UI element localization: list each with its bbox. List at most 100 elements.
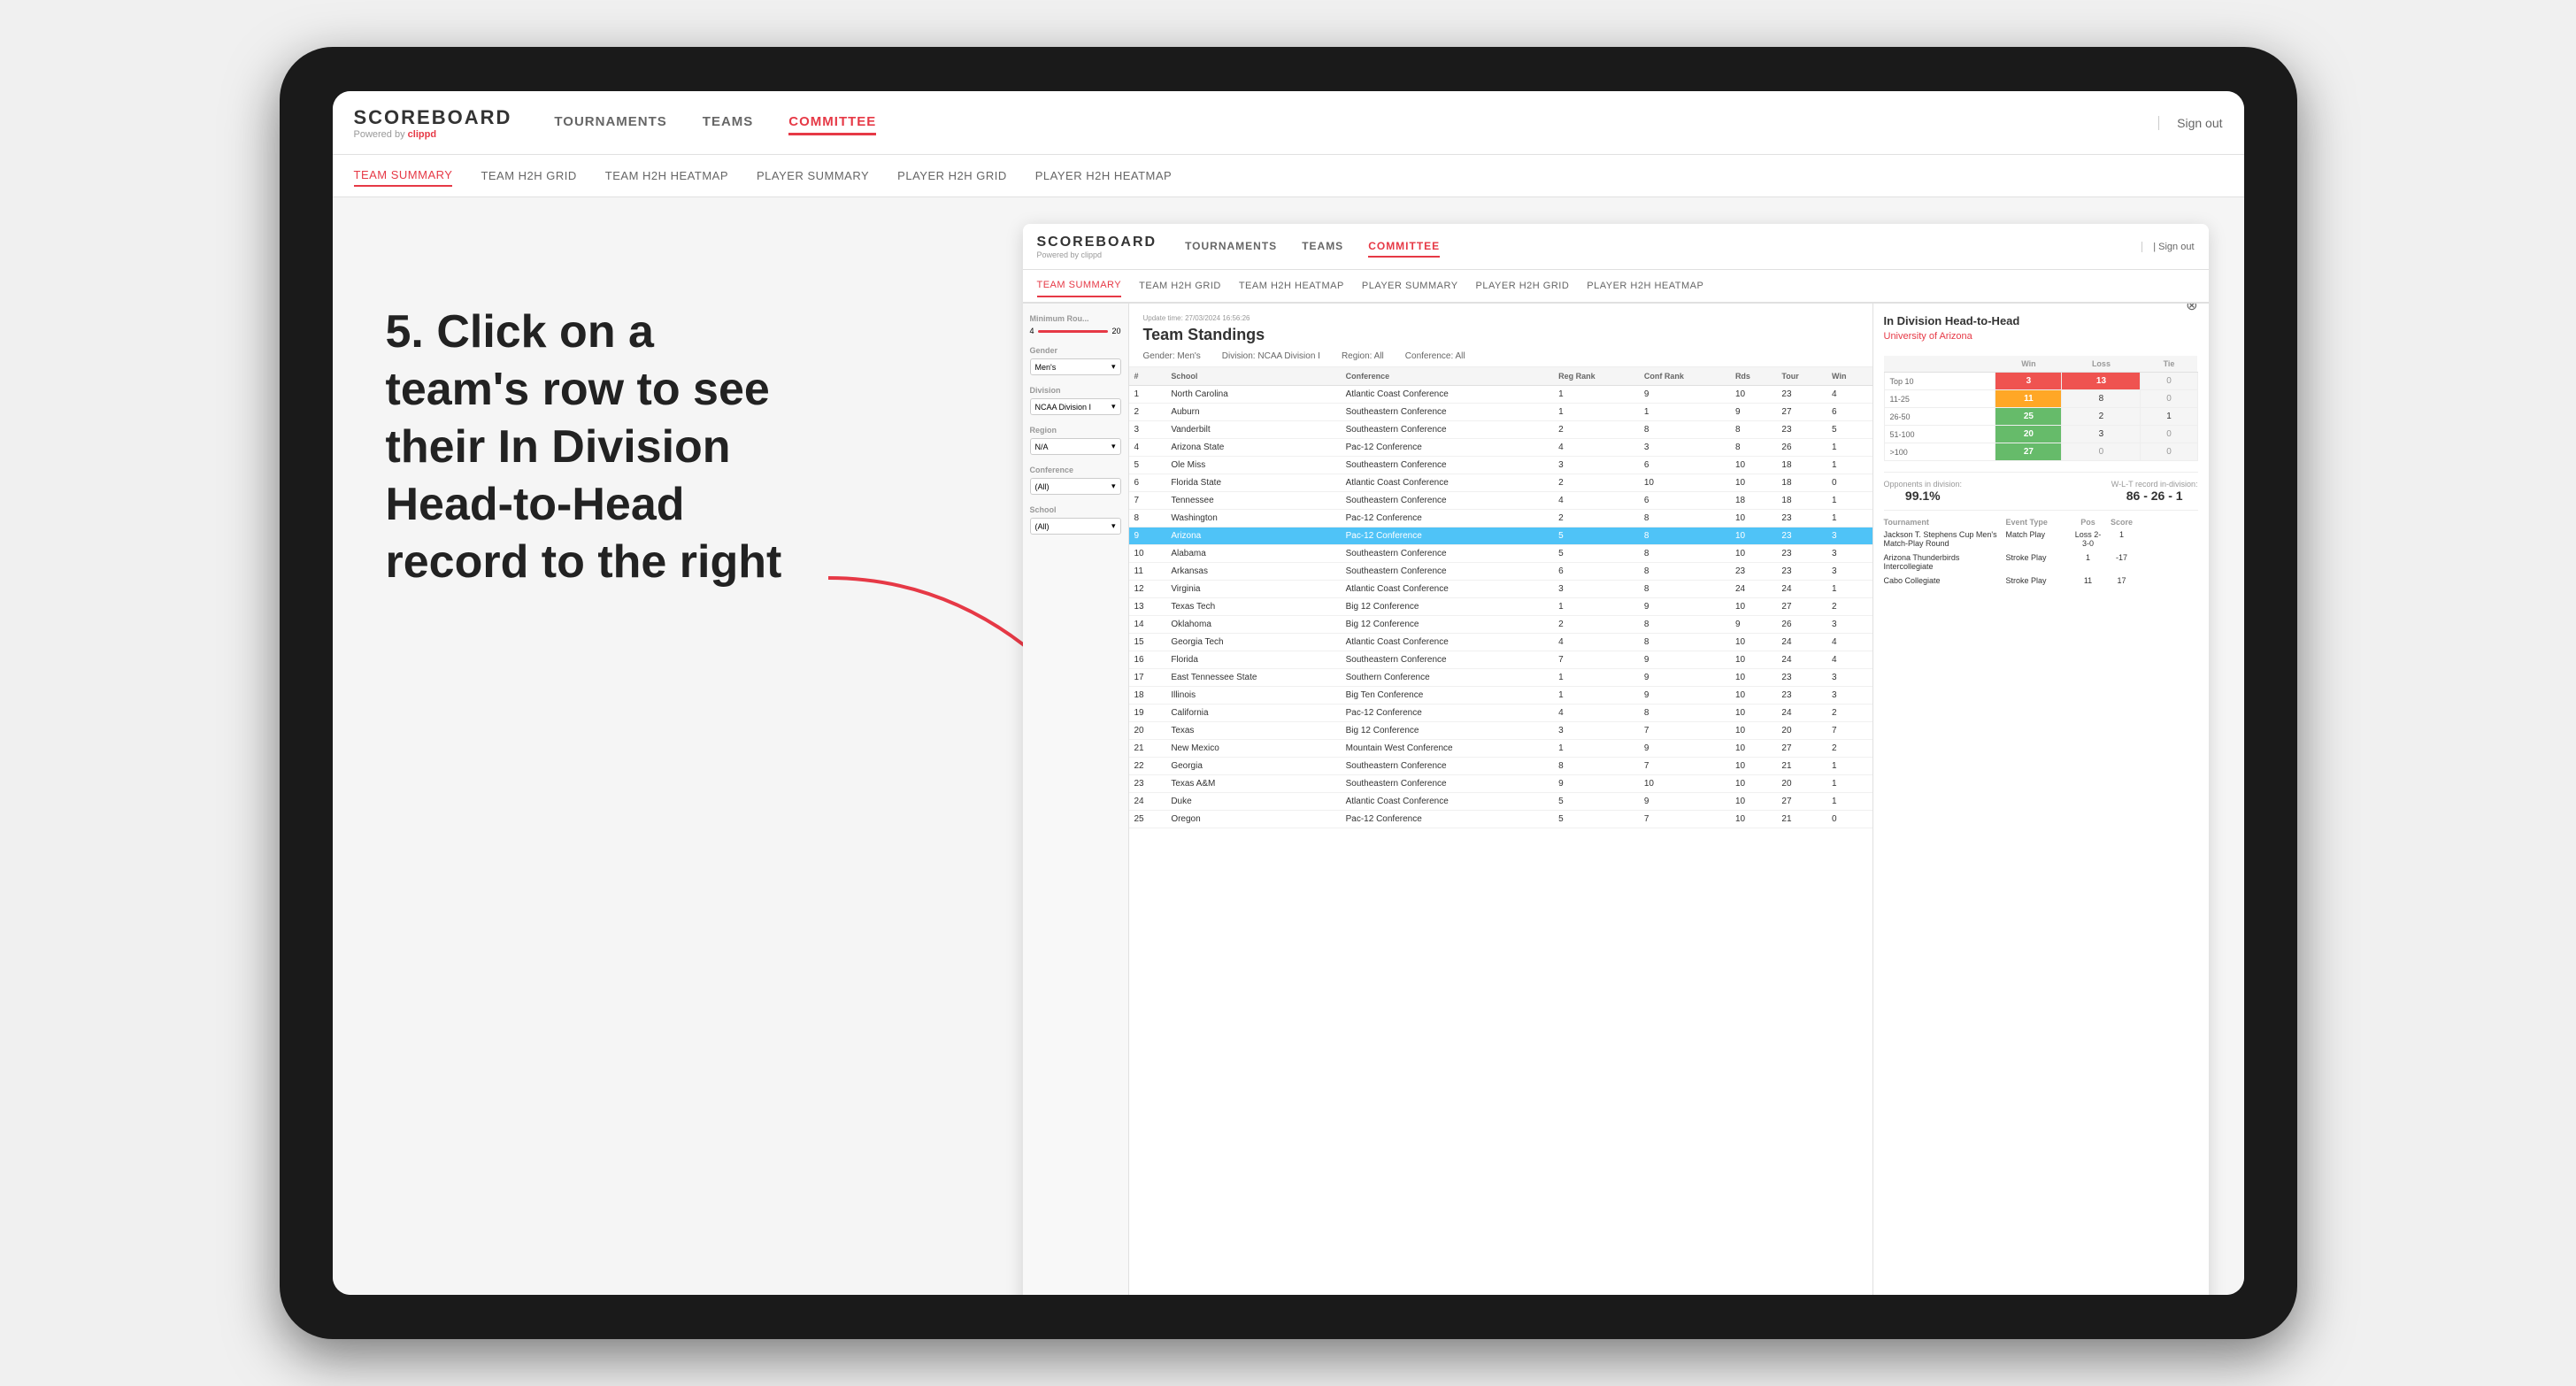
app-sub-team-summary[interactable]: TEAM SUMMARY bbox=[1037, 274, 1122, 297]
cell-school: Arizona State bbox=[1165, 439, 1340, 457]
table-row[interactable]: 17 East Tennessee State Southern Confere… bbox=[1129, 669, 1872, 687]
sub-team-h2h-heatmap[interactable]: TEAM H2H HEATMAP bbox=[605, 166, 728, 186]
cell-rds: 10 bbox=[1730, 687, 1776, 705]
sign-out[interactable]: Sign out bbox=[2158, 116, 2222, 130]
h2h-row-top10: Top 10 3 13 0 bbox=[1884, 373, 2197, 390]
tournament-row-3: Cabo Collegiate Stroke Play 11 17 bbox=[1884, 576, 2198, 585]
slider-track[interactable] bbox=[1038, 330, 1109, 333]
cell-conference: Southeastern Conference bbox=[1341, 404, 1554, 421]
cell-win: 3 bbox=[1826, 616, 1872, 634]
app-sub-team-h2h-heatmap[interactable]: TEAM H2H HEATMAP bbox=[1239, 275, 1344, 296]
table-row[interactable]: 25 Oregon Pac-12 Conference 5 7 10 21 0 bbox=[1129, 811, 1872, 828]
table-row[interactable]: 20 Texas Big 12 Conference 3 7 10 20 7 bbox=[1129, 722, 1872, 740]
h2h-col-loss: Loss bbox=[2062, 356, 2141, 373]
app-sign-out[interactable]: | Sign out bbox=[2142, 242, 2194, 252]
app-nav-tournaments[interactable]: TOURNAMENTS bbox=[1185, 236, 1277, 258]
cell-tour: 18 bbox=[1776, 474, 1826, 492]
h2h-table: Win Loss Tie Top 10 3 13 0 bbox=[1884, 356, 2198, 461]
table-row[interactable]: 21 New Mexico Mountain West Conference 1… bbox=[1129, 740, 1872, 758]
table-row[interactable]: 14 Oklahoma Big 12 Conference 2 8 9 26 3 bbox=[1129, 616, 1872, 634]
table-row[interactable]: 10 Alabama Southeastern Conference 5 8 1… bbox=[1129, 545, 1872, 563]
app-top-nav: SCOREBOARD Powered by clippd TOURNAMENTS… bbox=[1023, 224, 2209, 270]
cell-tour: 23 bbox=[1776, 386, 1826, 404]
sidebar-region-val: N/A bbox=[1035, 443, 1049, 451]
cell-num: 17 bbox=[1129, 669, 1166, 687]
table-row[interactable]: 15 Georgia Tech Atlantic Coast Conferenc… bbox=[1129, 634, 1872, 651]
table-row[interactable]: 19 California Pac-12 Conference 4 8 10 2… bbox=[1129, 705, 1872, 722]
cell-conference: Southeastern Conference bbox=[1341, 563, 1554, 581]
table-row[interactable]: 16 Florida Southeastern Conference 7 9 1… bbox=[1129, 651, 1872, 669]
cell-conf-rank: 6 bbox=[1639, 492, 1730, 510]
col-num: # bbox=[1129, 367, 1166, 386]
close-button[interactable]: ⊗ bbox=[2186, 304, 2197, 314]
right-panel: In Division Head-to-Head University of A… bbox=[1872, 304, 2209, 1295]
h2h-loss-2650: 2 bbox=[2062, 408, 2141, 426]
panel-title: In Division Head-to-Head bbox=[1884, 314, 2020, 327]
table-row[interactable]: 3 Vanderbilt Southeastern Conference 2 8… bbox=[1129, 421, 1872, 439]
cell-reg-rank: 3 bbox=[1553, 722, 1639, 740]
nav-tournaments[interactable]: TOURNAMENTS bbox=[554, 111, 666, 135]
table-row[interactable]: 22 Georgia Southeastern Conference 8 7 1… bbox=[1129, 758, 1872, 775]
app-sub-player-h2h-grid[interactable]: PLAYER H2H GRID bbox=[1476, 275, 1570, 296]
cell-conf-rank: 8 bbox=[1639, 527, 1730, 545]
app-nav-committee[interactable]: COMMITTEE bbox=[1368, 236, 1440, 258]
app-nav-teams[interactable]: TEAMS bbox=[1302, 236, 1343, 258]
table-row[interactable]: 9 Arizona Pac-12 Conference 5 8 10 23 3 bbox=[1129, 527, 1872, 545]
table-row[interactable]: 8 Washington Pac-12 Conference 2 8 10 23… bbox=[1129, 510, 1872, 527]
table-row[interactable]: 13 Texas Tech Big 12 Conference 1 9 10 2… bbox=[1129, 598, 1872, 616]
table-row[interactable]: 2 Auburn Southeastern Conference 1 1 9 2… bbox=[1129, 404, 1872, 421]
table-row[interactable]: 18 Illinois Big Ten Conference 1 9 10 23… bbox=[1129, 687, 1872, 705]
cell-win: 1 bbox=[1826, 510, 1872, 527]
cell-tour: 23 bbox=[1776, 421, 1826, 439]
sidebar-region-control[interactable]: N/A ▾ bbox=[1030, 438, 1121, 455]
table-row[interactable]: 1 North Carolina Atlantic Coast Conferen… bbox=[1129, 386, 1872, 404]
sub-team-h2h-grid[interactable]: TEAM H2H GRID bbox=[481, 166, 576, 186]
table-row[interactable]: 4 Arizona State Pac-12 Conference 4 3 8 … bbox=[1129, 439, 1872, 457]
sidebar-conference-control[interactable]: (All) ▾ bbox=[1030, 478, 1121, 495]
cell-conf-rank: 8 bbox=[1639, 510, 1730, 527]
table-row[interactable]: 12 Virginia Atlantic Coast Conference 3 … bbox=[1129, 581, 1872, 598]
sidebar-division-control[interactable]: NCAA Division I ▾ bbox=[1030, 398, 1121, 415]
sub-player-summary[interactable]: PLAYER SUMMARY bbox=[757, 166, 869, 186]
table-row[interactable]: 5 Ole Miss Southeastern Conference 3 6 1… bbox=[1129, 457, 1872, 474]
cell-num: 1 bbox=[1129, 386, 1166, 404]
sidebar-gender-control[interactable]: Men's ▾ bbox=[1030, 358, 1121, 375]
cell-conference: Southeastern Conference bbox=[1341, 775, 1554, 793]
table-row[interactable]: 23 Texas A&M Southeastern Conference 9 1… bbox=[1129, 775, 1872, 793]
cell-reg-rank: 1 bbox=[1553, 669, 1639, 687]
cell-conference: Atlantic Coast Conference bbox=[1341, 386, 1554, 404]
cell-win: 2 bbox=[1826, 705, 1872, 722]
col-win: Win bbox=[1826, 367, 1872, 386]
cell-conf-rank: 8 bbox=[1639, 581, 1730, 598]
cell-school: Illinois bbox=[1165, 687, 1340, 705]
h2h-win-2650: 25 bbox=[1995, 408, 2062, 426]
h2h-tie-2650: 1 bbox=[2141, 408, 2197, 426]
app-sub-player-h2h-heatmap[interactable]: PLAYER H2H HEATMAP bbox=[1587, 275, 1703, 296]
sidebar-school-control[interactable]: (All) ▾ bbox=[1030, 518, 1121, 535]
table-row[interactable]: 24 Duke Atlantic Coast Conference 5 9 10… bbox=[1129, 793, 1872, 811]
table-row[interactable]: 6 Florida State Atlantic Coast Conferenc… bbox=[1129, 474, 1872, 492]
app-sub-team-h2h-grid[interactable]: TEAM H2H GRID bbox=[1139, 275, 1221, 296]
cell-conference: Southeastern Conference bbox=[1341, 457, 1554, 474]
nav-committee[interactable]: COMMITTEE bbox=[788, 111, 876, 135]
cell-num: 13 bbox=[1129, 598, 1166, 616]
filter-gender-val: Men's bbox=[1177, 351, 1200, 361]
app-window: SCOREBOARD Powered by clippd TOURNAMENTS… bbox=[1023, 224, 2209, 1295]
app-body: Minimum Rou... 4 20 Gender Men's ▾ bbox=[1023, 304, 2209, 1295]
cell-win: 1 bbox=[1826, 581, 1872, 598]
filter-division-val: NCAA Division I bbox=[1257, 351, 1320, 361]
cell-school: Georgia bbox=[1165, 758, 1340, 775]
app-sub-player-summary[interactable]: PLAYER SUMMARY bbox=[1362, 275, 1458, 296]
h2h-label-top10: Top 10 bbox=[1884, 373, 1995, 390]
cell-reg-rank: 1 bbox=[1553, 687, 1639, 705]
table-row[interactable]: 11 Arkansas Southeastern Conference 6 8 … bbox=[1129, 563, 1872, 581]
sub-player-h2h-heatmap[interactable]: PLAYER H2H HEATMAP bbox=[1035, 166, 1172, 186]
cell-reg-rank: 4 bbox=[1553, 492, 1639, 510]
table-row[interactable]: 7 Tennessee Southeastern Conference 4 6 … bbox=[1129, 492, 1872, 510]
sub-team-summary[interactable]: TEAM SUMMARY bbox=[354, 165, 453, 187]
sub-player-h2h-grid[interactable]: PLAYER H2H GRID bbox=[897, 166, 1007, 186]
filter-gender: Gender: Men's bbox=[1143, 351, 1201, 361]
t-name-3: Cabo Collegiate bbox=[1884, 576, 1999, 585]
col-rds: Rds bbox=[1730, 367, 1776, 386]
nav-teams[interactable]: TEAMS bbox=[703, 111, 754, 135]
